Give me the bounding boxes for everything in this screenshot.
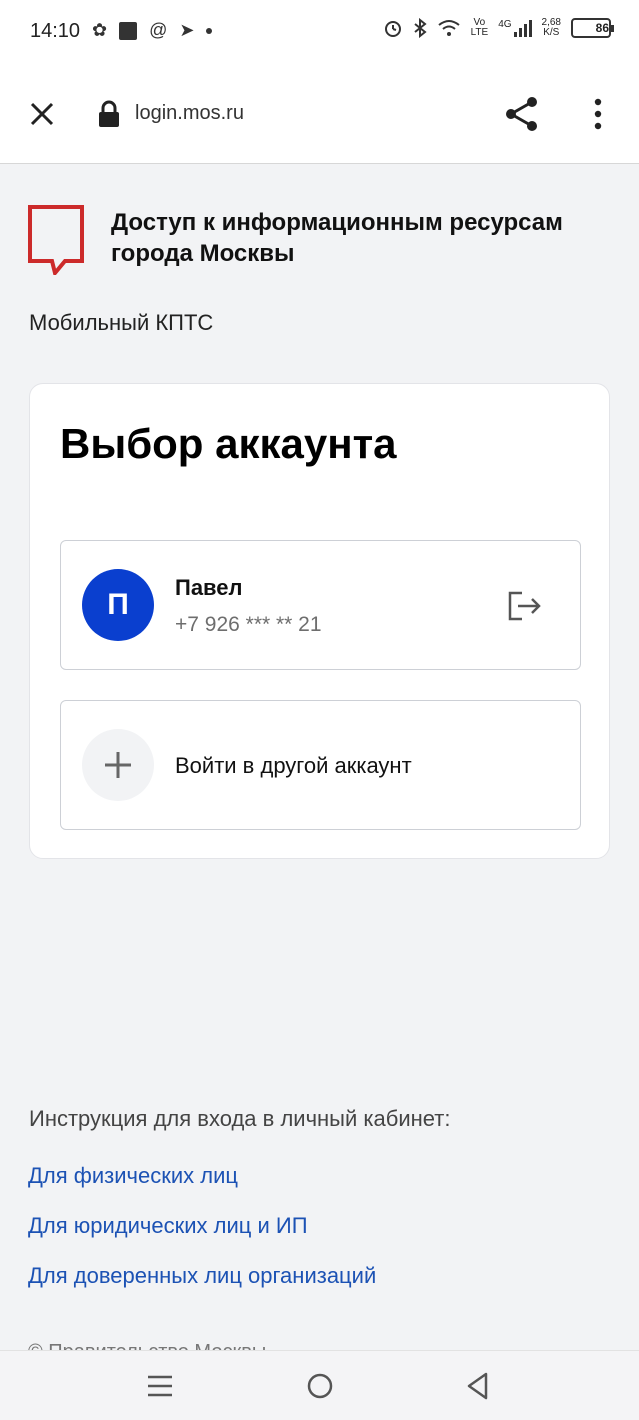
back-icon[interactable] bbox=[464, 1371, 492, 1401]
close-icon[interactable] bbox=[24, 96, 60, 132]
home-icon[interactable] bbox=[305, 1371, 335, 1401]
avatar: П bbox=[82, 569, 154, 641]
browser-toolbar: login.mos.ru bbox=[0, 64, 639, 164]
url-text[interactable]: login.mos.ru bbox=[135, 102, 244, 125]
volte-indicator: Vo LTE bbox=[470, 17, 489, 38]
square-notification-icon bbox=[119, 21, 138, 40]
more-vertical-icon[interactable] bbox=[588, 96, 608, 132]
link-trusted-persons[interactable]: Для доверенных лиц организаций bbox=[28, 1263, 376, 1289]
more-notifications-dot-icon bbox=[206, 27, 213, 34]
signal-icon bbox=[513, 20, 532, 37]
plus-icon bbox=[105, 752, 131, 778]
logout-icon[interactable] bbox=[506, 589, 542, 623]
app-name: Мобильный КПТС bbox=[29, 310, 214, 335]
other-account-label: Войти в другой аккаунт bbox=[175, 753, 412, 778]
recent-apps-icon[interactable] bbox=[146, 1373, 174, 1399]
alarm-icon bbox=[384, 21, 401, 37]
status-bar: 14:10 ✿ @ ➤ Vo LTE 4G 2,68 K/S 86 bbox=[0, 0, 639, 64]
plus-circle bbox=[82, 729, 154, 801]
link-legal-entities[interactable]: Для юридических лиц и ИП bbox=[28, 1213, 308, 1239]
moscow-logo-icon bbox=[28, 205, 84, 275]
card-title: Выбор аккаунта bbox=[60, 420, 397, 467]
account-phone: +7 926 *** ** 21 bbox=[175, 613, 322, 636]
network-type: 4G bbox=[498, 19, 512, 30]
net-speed: 2,68 K/S bbox=[541, 17, 561, 38]
app-notification-icon: ✿ bbox=[92, 20, 108, 40]
telegram-icon: ➤ bbox=[179, 20, 195, 40]
battery-icon: 86 bbox=[571, 18, 614, 38]
footer-copyright: © Правительство Москвы bbox=[28, 1338, 618, 1350]
link-individuals[interactable]: Для физических лиц bbox=[28, 1163, 238, 1189]
account-name: Павел bbox=[175, 575, 243, 600]
account-selection-card: Выбор аккаунта П Павел +7 926 *** ** 21 … bbox=[29, 383, 610, 859]
share-icon[interactable] bbox=[502, 94, 542, 134]
system-icons: Vo LTE 4G 2,68 K/S 86 bbox=[383, 17, 614, 38]
other-account-button[interactable]: Войти в другой аккаунт bbox=[60, 700, 581, 830]
account-item[interactable]: П Павел +7 926 *** ** 21 bbox=[60, 540, 581, 670]
status-time: 14:10 bbox=[30, 20, 81, 42]
bluetooth-icon bbox=[413, 18, 427, 38]
wifi-icon bbox=[437, 20, 460, 36]
system-nav-bar bbox=[0, 1350, 639, 1420]
notification-icons: ✿ @ ➤ bbox=[92, 20, 213, 41]
instructions-heading: Инструкция для входа в личный кабинет: bbox=[29, 1106, 451, 1131]
signal-indicator: 4G bbox=[498, 19, 532, 37]
lock-icon bbox=[99, 100, 119, 127]
site-title: Доступ к информационным ресурсам города … bbox=[111, 209, 563, 267]
at-sign-icon: @ bbox=[149, 20, 168, 40]
